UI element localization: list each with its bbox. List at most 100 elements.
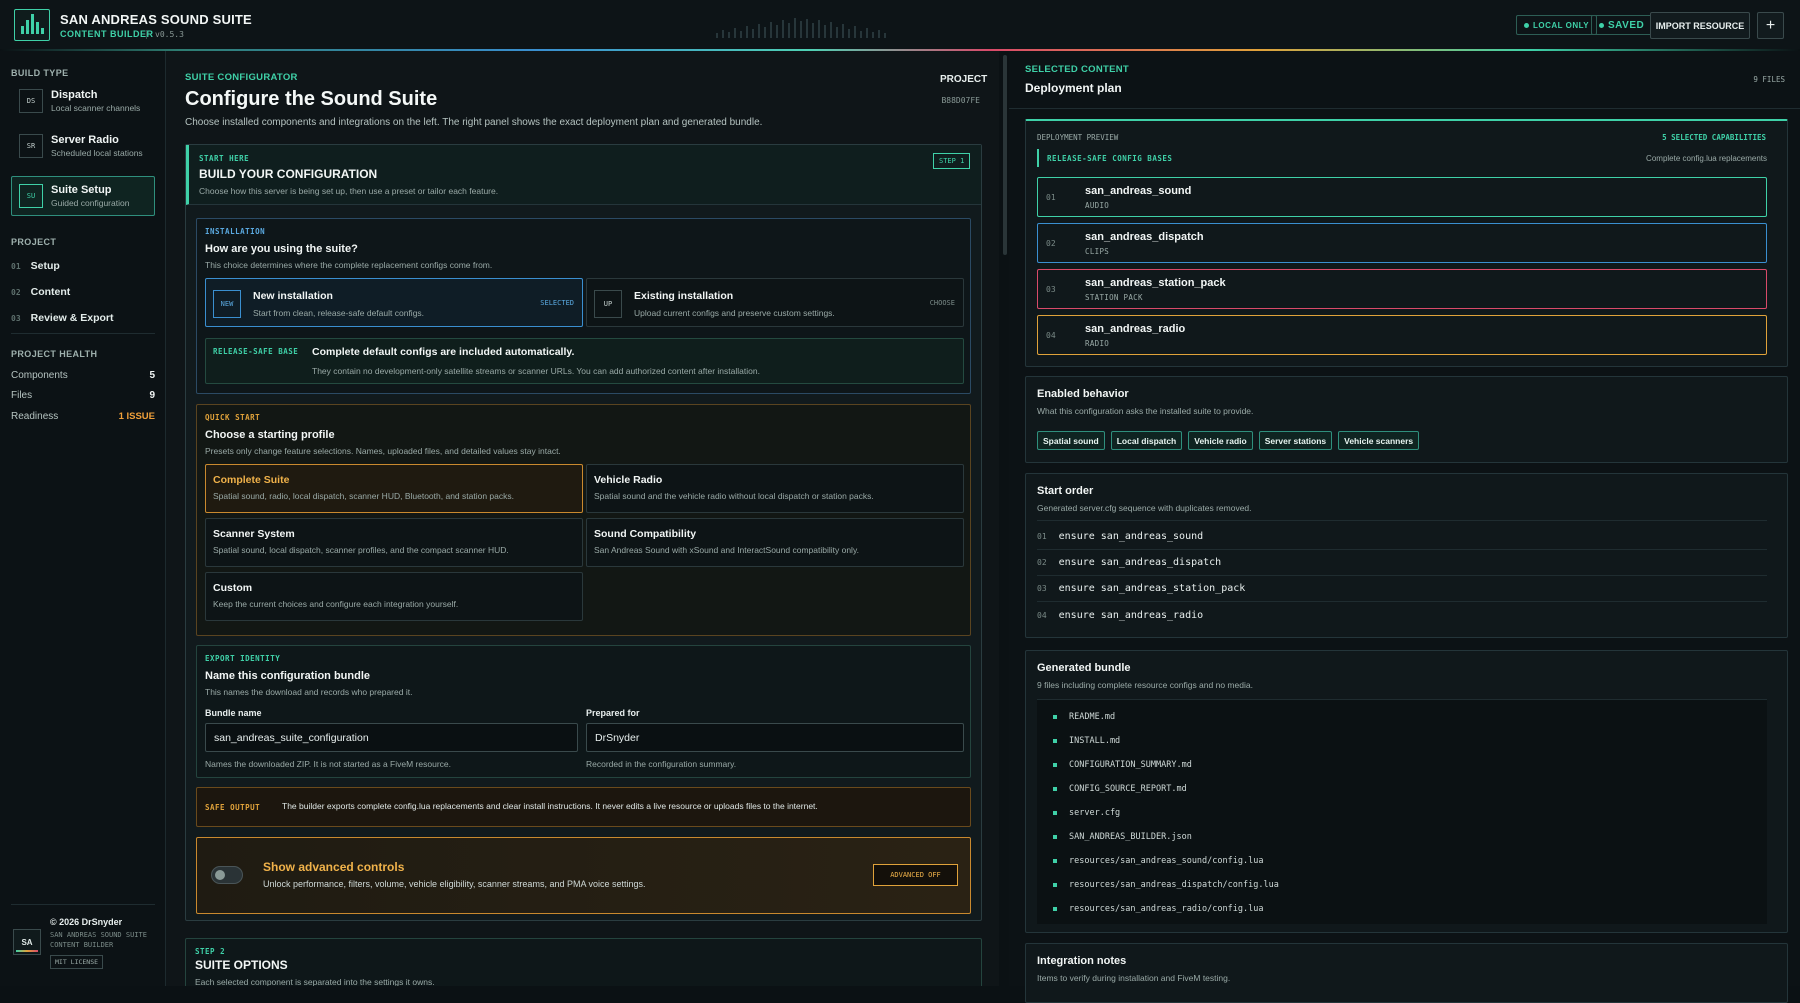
- deployment-plan-title: Deployment plan: [1025, 81, 1122, 95]
- bundle-file[interactable]: SAN_ANDREAS_BUILDER.json: [1053, 825, 1192, 849]
- export-desc: This names the download and records who …: [205, 687, 413, 697]
- nav-setup[interactable]: 01 Setup: [11, 255, 155, 277]
- project-label: PROJECT: [940, 74, 988, 85]
- bundle-file[interactable]: INSTALL.md: [1053, 729, 1120, 753]
- existing-installation-option[interactable]: UP Existing installation Upload current …: [586, 278, 964, 327]
- app-logo-icon: [14, 9, 50, 41]
- enabled-behavior-desc: What this configuration asks the install…: [1037, 406, 1254, 416]
- section-kicker: SUITE CONFIGURATOR: [185, 72, 298, 83]
- profile-custom[interactable]: Custom Keep the current choices and confi…: [205, 572, 583, 621]
- export-identity-section: EXPORT IDENTITY Name this configuration …: [196, 645, 971, 778]
- import-resource-button[interactable]: IMPORT RESOURCE: [1650, 12, 1750, 39]
- start-order-item: 04 ensure san_andreas_radio: [1037, 609, 1204, 621]
- start-order-item: 01 ensure san_andreas_sound: [1037, 524, 1767, 550]
- export-identity-tag: EXPORT IDENTITY: [205, 654, 281, 663]
- bundle-file-list: README.md INSTALL.md CONFIGURATION_SUMMA…: [1037, 699, 1767, 924]
- enabled-behavior-card: Enabled behavior What this configuration…: [1025, 376, 1788, 463]
- build-config-desc: Choose how this server is being set up, …: [199, 186, 499, 196]
- profile-complete-suite[interactable]: Complete Suite Spatial sound, radio, loca…: [205, 464, 583, 513]
- profile-sound-compatibility[interactable]: Sound Compatibility San Andreas Sound wit…: [586, 518, 964, 567]
- file-bullet-icon: [1053, 811, 1057, 815]
- bundle-file[interactable]: resources/san_andreas_radio/config.lua: [1053, 897, 1263, 921]
- saved-badge: SAVED: [1591, 15, 1653, 35]
- behavior-chip: Vehicle scanners: [1338, 431, 1420, 450]
- health-components: Components 5: [11, 369, 155, 381]
- app-subtitle: CONTENT BUILDER: [60, 29, 154, 39]
- capabilities-count: 5 SELECTED CAPABILITIES: [1662, 133, 1766, 142]
- deploy-item-sound[interactable]: 01 san_andreas_sound AUDIO: [1037, 177, 1767, 217]
- dispatch-icon: DS: [19, 89, 43, 113]
- new-installation-option[interactable]: NEW New installation Start from clean, r…: [205, 278, 583, 327]
- bundle-file[interactable]: README.md: [1053, 705, 1115, 729]
- advanced-desc: Unlock performance, filters, volume, veh…: [263, 879, 646, 889]
- project-health-heading: PROJECT HEALTH: [11, 349, 98, 359]
- bundle-file[interactable]: resources/san_andreas_dispatch/config.lu…: [1053, 873, 1279, 897]
- safe-output-notice: SAFE OUTPUT The builder exports complete…: [196, 787, 971, 827]
- file-count: 9 FILES: [1753, 75, 1785, 84]
- divider: [11, 333, 155, 334]
- bundle-file[interactable]: CONFIGURATION_SUMMARY.md: [1053, 753, 1192, 777]
- behavior-chip: Server stations: [1258, 431, 1333, 450]
- copyright: © 2026 DrSnyder: [50, 917, 123, 927]
- integration-notes-card: Integration notes Items to verify during…: [1025, 943, 1788, 1003]
- divider: [1009, 108, 1800, 109]
- divider: [11, 904, 155, 905]
- page-title: Configure the Sound Suite: [185, 88, 438, 110]
- deploy-item-station-pack[interactable]: 03 san_andreas_station_pack STATION PACK: [1037, 269, 1767, 309]
- build-type-heading: BUILD TYPE: [11, 68, 69, 78]
- file-bullet-icon: [1053, 907, 1057, 911]
- advanced-title: Show advanced controls: [263, 860, 405, 874]
- profile-scanner-system[interactable]: Scanner System Spatial sound, local dispa…: [205, 518, 583, 567]
- suite-icon: SU: [19, 184, 43, 208]
- health-readiness[interactable]: Readiness 1 ISSUE: [11, 406, 155, 426]
- advanced-toggle[interactable]: [211, 866, 243, 884]
- app-title: SAN ANDREAS SOUND SUITE: [60, 12, 252, 27]
- prepared-for-input[interactable]: DrSnyder: [586, 723, 964, 752]
- file-bullet-icon: [1053, 859, 1057, 863]
- health-files: Files 9: [11, 389, 155, 401]
- step-2-tag: STEP 2: [195, 947, 226, 956]
- new-install-icon: NEW: [213, 290, 241, 318]
- bundle-file[interactable]: resources/san_andreas_sound/config.lua: [1053, 849, 1263, 873]
- choose-status: CHOOSE: [929, 299, 955, 307]
- nav-review-export[interactable]: 03 Review & Export: [11, 307, 155, 329]
- generated-bundle-card: Generated bundle 9 files including compl…: [1025, 650, 1788, 933]
- config-bases-row: RELEASE-SAFE CONFIG BASES Complete confi…: [1037, 149, 1767, 167]
- integration-notes-desc: Items to verify during installation and …: [1037, 973, 1231, 983]
- export-title: Name this configuration bundle: [205, 670, 371, 682]
- bundle-file[interactable]: CONFIG_SOURCE_REPORT.md: [1053, 777, 1187, 801]
- quick-start-desc: Presets only change feature selections. …: [205, 446, 561, 456]
- footer-line-2: CONTENT BUILDER: [50, 941, 114, 949]
- local-only-badge: LOCAL ONLY: [1516, 15, 1598, 35]
- safe-output-text: The builder exports complete config.lua …: [282, 801, 818, 811]
- behavior-chip: Vehicle radio: [1188, 431, 1253, 450]
- bundle-name-input[interactable]: san_andreas_suite_configuration: [205, 723, 578, 752]
- upload-icon: UP: [594, 290, 622, 318]
- radio-icon: SR: [19, 134, 43, 158]
- main-scrollbar[interactable]: [1003, 55, 1007, 255]
- deploy-item-radio[interactable]: 04 san_andreas_radio RADIO: [1037, 315, 1767, 355]
- add-button[interactable]: +: [1757, 12, 1784, 39]
- file-bullet-icon: [1053, 739, 1057, 743]
- project-heading: PROJECT: [11, 237, 57, 247]
- build-type-server-radio[interactable]: SR Server Radio Scheduled local stations: [11, 126, 155, 166]
- start-order-title: Start order: [1037, 485, 1094, 497]
- file-bullet-icon: [1053, 787, 1057, 791]
- deployment-preview: DEPLOYMENT PREVIEW 5 SELECTED CAPABILITI…: [1025, 119, 1788, 367]
- deploy-item-dispatch[interactable]: 02 san_andreas_dispatch CLIPS: [1037, 223, 1767, 263]
- nav-content[interactable]: 02 Content: [11, 281, 155, 303]
- bundle-file[interactable]: server.cfg: [1053, 801, 1120, 825]
- deployment-preview-label: DEPLOYMENT PREVIEW: [1037, 133, 1119, 142]
- profile-vehicle-radio[interactable]: Vehicle Radio Spatial sound and the vehic…: [586, 464, 964, 513]
- footer-logo: SA: [13, 929, 41, 955]
- enabled-behavior-title: Enabled behavior: [1037, 388, 1129, 400]
- suite-options-desc: Each selected component is separated int…: [195, 977, 435, 986]
- license-badge[interactable]: MIT LICENSE: [50, 955, 104, 969]
- build-type-dispatch[interactable]: DS Dispatch Local scanner channels: [11, 81, 155, 121]
- generated-bundle-desc: 9 files including complete resource conf…: [1037, 680, 1253, 690]
- build-type-suite-setup[interactable]: SU Suite Setup Guided configuration: [11, 176, 155, 216]
- advanced-off-button[interactable]: ADVANCED OFF: [873, 864, 958, 886]
- page-description: Choose installed components and integrat…: [185, 117, 763, 128]
- deployment-panel: SELECTED CONTENT Deployment plan 9 FILES…: [1009, 51, 1800, 1003]
- bundle-name-hint: Names the downloaded ZIP. It is not star…: [205, 759, 451, 769]
